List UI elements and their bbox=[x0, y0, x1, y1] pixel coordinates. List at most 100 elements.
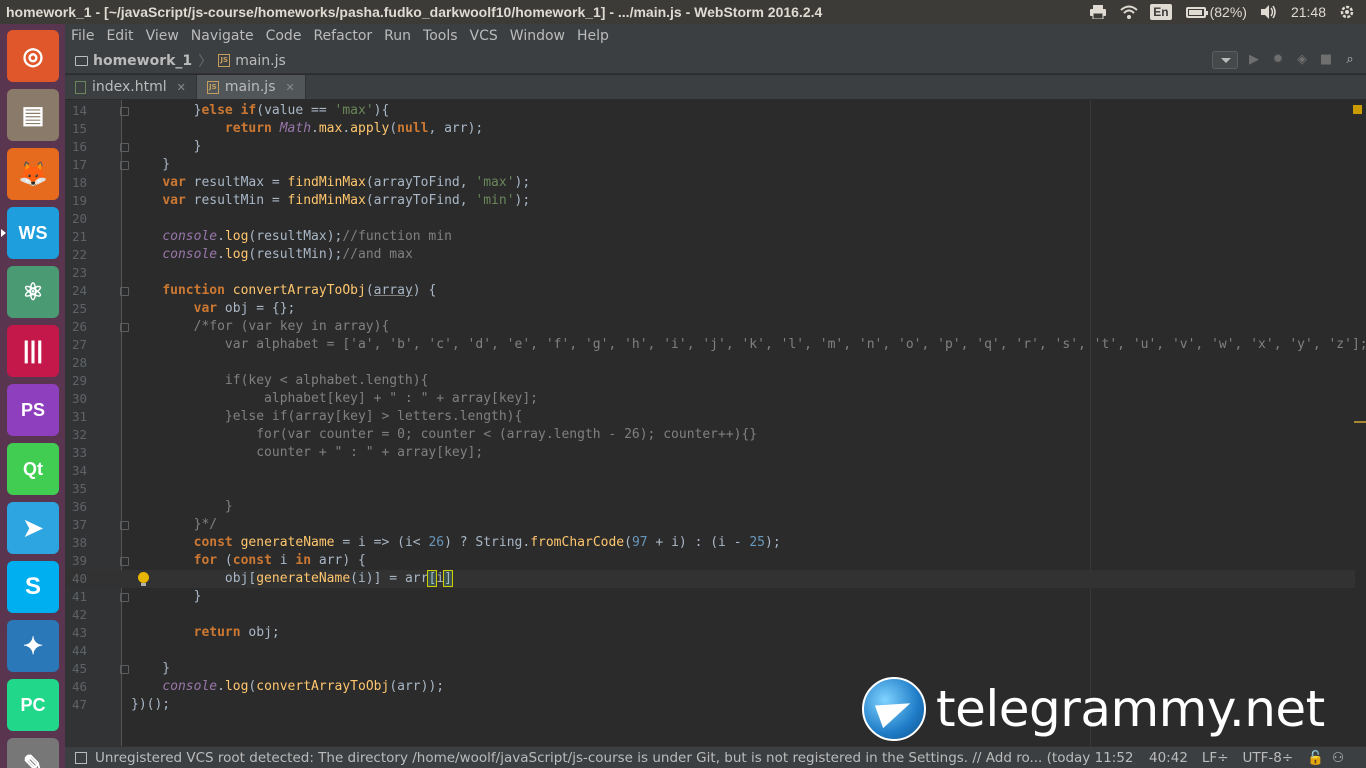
fold-marker-icon[interactable] bbox=[120, 323, 129, 332]
code-line[interactable]: 23 bbox=[65, 264, 1355, 282]
code-text[interactable]: /*for (var key in array){ bbox=[131, 318, 390, 336]
code-text[interactable]: alphabet[key] + " : " + array[key]; bbox=[131, 390, 538, 408]
launcher-phpstorm-icon[interactable]: PS bbox=[7, 384, 59, 436]
launcher-ubuntu-dash-icon[interactable]: ◎ bbox=[7, 30, 59, 82]
menu-item-view[interactable]: View bbox=[146, 28, 179, 44]
code-text[interactable]: } bbox=[131, 588, 202, 606]
code-text[interactable]: for (const i in arr) { bbox=[131, 552, 366, 570]
code-line[interactable]: 37 }*/ bbox=[65, 516, 1355, 534]
menu-item-help[interactable]: Help bbox=[577, 28, 609, 44]
code-text[interactable]: console.log(resultMax);//function min bbox=[131, 228, 452, 246]
fold-marker-icon[interactable] bbox=[120, 161, 129, 170]
code-line[interactable]: 17 } bbox=[65, 156, 1355, 174]
code-line[interactable]: 33 counter + " : " + array[key]; bbox=[65, 444, 1355, 462]
code-text[interactable]: obj[generateName(i)] = arr[i] bbox=[131, 570, 453, 588]
file-encoding[interactable]: UTF-8÷ bbox=[1243, 750, 1294, 766]
code-line[interactable]: 44 bbox=[65, 642, 1355, 660]
line-separator[interactable]: LF÷ bbox=[1202, 750, 1229, 766]
code-line[interactable]: 25 var obj = {}; bbox=[65, 300, 1355, 318]
fold-marker-icon[interactable] bbox=[120, 593, 129, 602]
code-text[interactable]: console.log(resultMin);//and max bbox=[131, 246, 412, 264]
caret-position[interactable]: 40:42 bbox=[1149, 750, 1188, 766]
menu-item-refactor[interactable]: Refactor bbox=[313, 28, 372, 44]
code-line[interactable]: 16 } bbox=[65, 138, 1355, 156]
code-text[interactable]: } bbox=[131, 498, 233, 516]
code-editor[interactable]: 14 }else if(value == 'max'){15 return Ma… bbox=[65, 100, 1366, 746]
code-line[interactable]: 29 if(key < alphabet.length){ bbox=[65, 372, 1355, 390]
code-text[interactable]: }else if(value == 'max'){ bbox=[131, 102, 390, 120]
code-line[interactable]: 40 obj[generateName(i)] = arr[i] bbox=[65, 570, 1355, 588]
launcher-pycharm-icon[interactable]: PC bbox=[7, 679, 59, 731]
code-line[interactable]: 31 }else if(array[key] > letters.length)… bbox=[65, 408, 1355, 426]
search-everywhere-icon[interactable]: ⌕ bbox=[1342, 52, 1358, 68]
launcher-webstorm-icon[interactable]: WS bbox=[7, 207, 59, 259]
menu-item-vcs[interactable]: VCS bbox=[470, 28, 498, 44]
inspection-status-icon[interactable] bbox=[1353, 105, 1362, 114]
code-text[interactable]: var resultMax = findMinMax(arrayToFind, … bbox=[131, 174, 530, 192]
code-text[interactable]: return obj; bbox=[131, 624, 280, 642]
fold-marker-icon[interactable] bbox=[120, 287, 129, 296]
keyboard-layout-indicator[interactable]: En bbox=[1150, 4, 1172, 20]
wifi-icon[interactable] bbox=[1120, 5, 1138, 19]
volume-icon[interactable] bbox=[1260, 5, 1277, 19]
code-line[interactable]: 36 } bbox=[65, 498, 1355, 516]
fold-marker-icon[interactable] bbox=[120, 107, 129, 116]
menu-item-tools[interactable]: Tools bbox=[423, 28, 458, 44]
code-line[interactable]: 22 console.log(resultMin);//and max bbox=[65, 246, 1355, 264]
menu-item-window[interactable]: Window bbox=[510, 28, 565, 44]
close-icon[interactable]: ✕ bbox=[177, 81, 186, 94]
code-line[interactable]: 21 console.log(resultMax);//function min bbox=[65, 228, 1355, 246]
debug-icon[interactable]: ✹ bbox=[1270, 52, 1286, 68]
code-text[interactable]: } bbox=[131, 156, 170, 174]
run-config-dropdown[interactable] bbox=[1212, 51, 1238, 69]
code-text[interactable]: var obj = {}; bbox=[131, 300, 296, 318]
inspector-icon[interactable]: ⚇ bbox=[1332, 750, 1344, 766]
lock-icon[interactable]: 🔓 bbox=[1307, 750, 1324, 766]
code-text[interactable]: console.log(convertArrayToObj(arr)); bbox=[131, 678, 444, 696]
menu-item-navigate[interactable]: Navigate bbox=[191, 28, 254, 44]
code-line[interactable]: 24 function convertArrayToObj(array) { bbox=[65, 282, 1355, 300]
code-line[interactable]: 28 bbox=[65, 354, 1355, 372]
code-line[interactable]: 26 /*for (var key in array){ bbox=[65, 318, 1355, 336]
launcher-skype-icon[interactable]: S bbox=[7, 561, 59, 613]
code-line[interactable]: 14 }else if(value == 'max'){ bbox=[65, 102, 1355, 120]
code-line[interactable]: 39 for (const i in arr) { bbox=[65, 552, 1355, 570]
printer-icon[interactable] bbox=[1090, 5, 1107, 20]
coverage-icon[interactable]: ◈ bbox=[1294, 52, 1310, 68]
fold-marker-icon[interactable] bbox=[120, 557, 129, 566]
tab-main-js[interactable]: JS main.js ✕ bbox=[196, 75, 306, 99]
launcher-app-blue-icon[interactable]: ✦ bbox=[7, 620, 59, 672]
scrollbar-warning-mark[interactable] bbox=[1354, 421, 1366, 423]
fold-marker-icon[interactable] bbox=[120, 665, 129, 674]
menu-item-file[interactable]: File bbox=[71, 28, 94, 44]
clock[interactable]: 21:48 bbox=[1291, 4, 1326, 20]
code-line[interactable]: 42 bbox=[65, 606, 1355, 624]
code-lines[interactable]: 14 }else if(value == 'max'){15 return Ma… bbox=[65, 102, 1366, 714]
launcher-atom-icon[interactable]: ⚛ bbox=[7, 266, 59, 318]
launcher-text-editor-icon[interactable]: ✎ bbox=[7, 738, 59, 768]
tool-windows-toggle-icon[interactable] bbox=[75, 752, 87, 764]
stop-icon[interactable]: ■ bbox=[1318, 52, 1334, 68]
power-gear-icon[interactable] bbox=[1340, 5, 1356, 19]
launcher-files-icon[interactable]: ▤ bbox=[7, 89, 59, 141]
fold-marker-icon[interactable] bbox=[120, 143, 129, 152]
code-line[interactable]: 35 bbox=[65, 480, 1355, 498]
code-text[interactable]: }*/ bbox=[131, 516, 217, 534]
fold-marker-icon[interactable] bbox=[120, 521, 129, 530]
menu-item-code[interactable]: Code bbox=[266, 28, 302, 44]
code-text[interactable]: return Math.max.apply(null, arr); bbox=[131, 120, 483, 138]
code-line[interactable]: 20 bbox=[65, 210, 1355, 228]
menu-item-run[interactable]: Run bbox=[384, 28, 411, 44]
code-text[interactable]: counter + " : " + array[key]; bbox=[131, 444, 483, 462]
battery-indicator[interactable]: (82%) bbox=[1185, 4, 1247, 20]
tab-index-html[interactable]: index.html ✕ bbox=[65, 75, 197, 99]
code-text[interactable]: } bbox=[131, 660, 170, 678]
code-line[interactable]: 32 for(var counter = 0; counter < (array… bbox=[65, 426, 1355, 444]
code-line[interactable]: 18 var resultMax = findMinMax(arrayToFin… bbox=[65, 174, 1355, 192]
status-message[interactable]: Unregistered VCS root detected: The dire… bbox=[95, 750, 1135, 766]
launcher-qt-creator-icon[interactable]: Qt bbox=[7, 443, 59, 495]
code-line[interactable]: 43 return obj; bbox=[65, 624, 1355, 642]
launcher-firefox-icon[interactable]: 🦊 bbox=[7, 148, 59, 200]
menu-item-edit[interactable]: Edit bbox=[106, 28, 133, 44]
code-line[interactable]: 34 bbox=[65, 462, 1355, 480]
